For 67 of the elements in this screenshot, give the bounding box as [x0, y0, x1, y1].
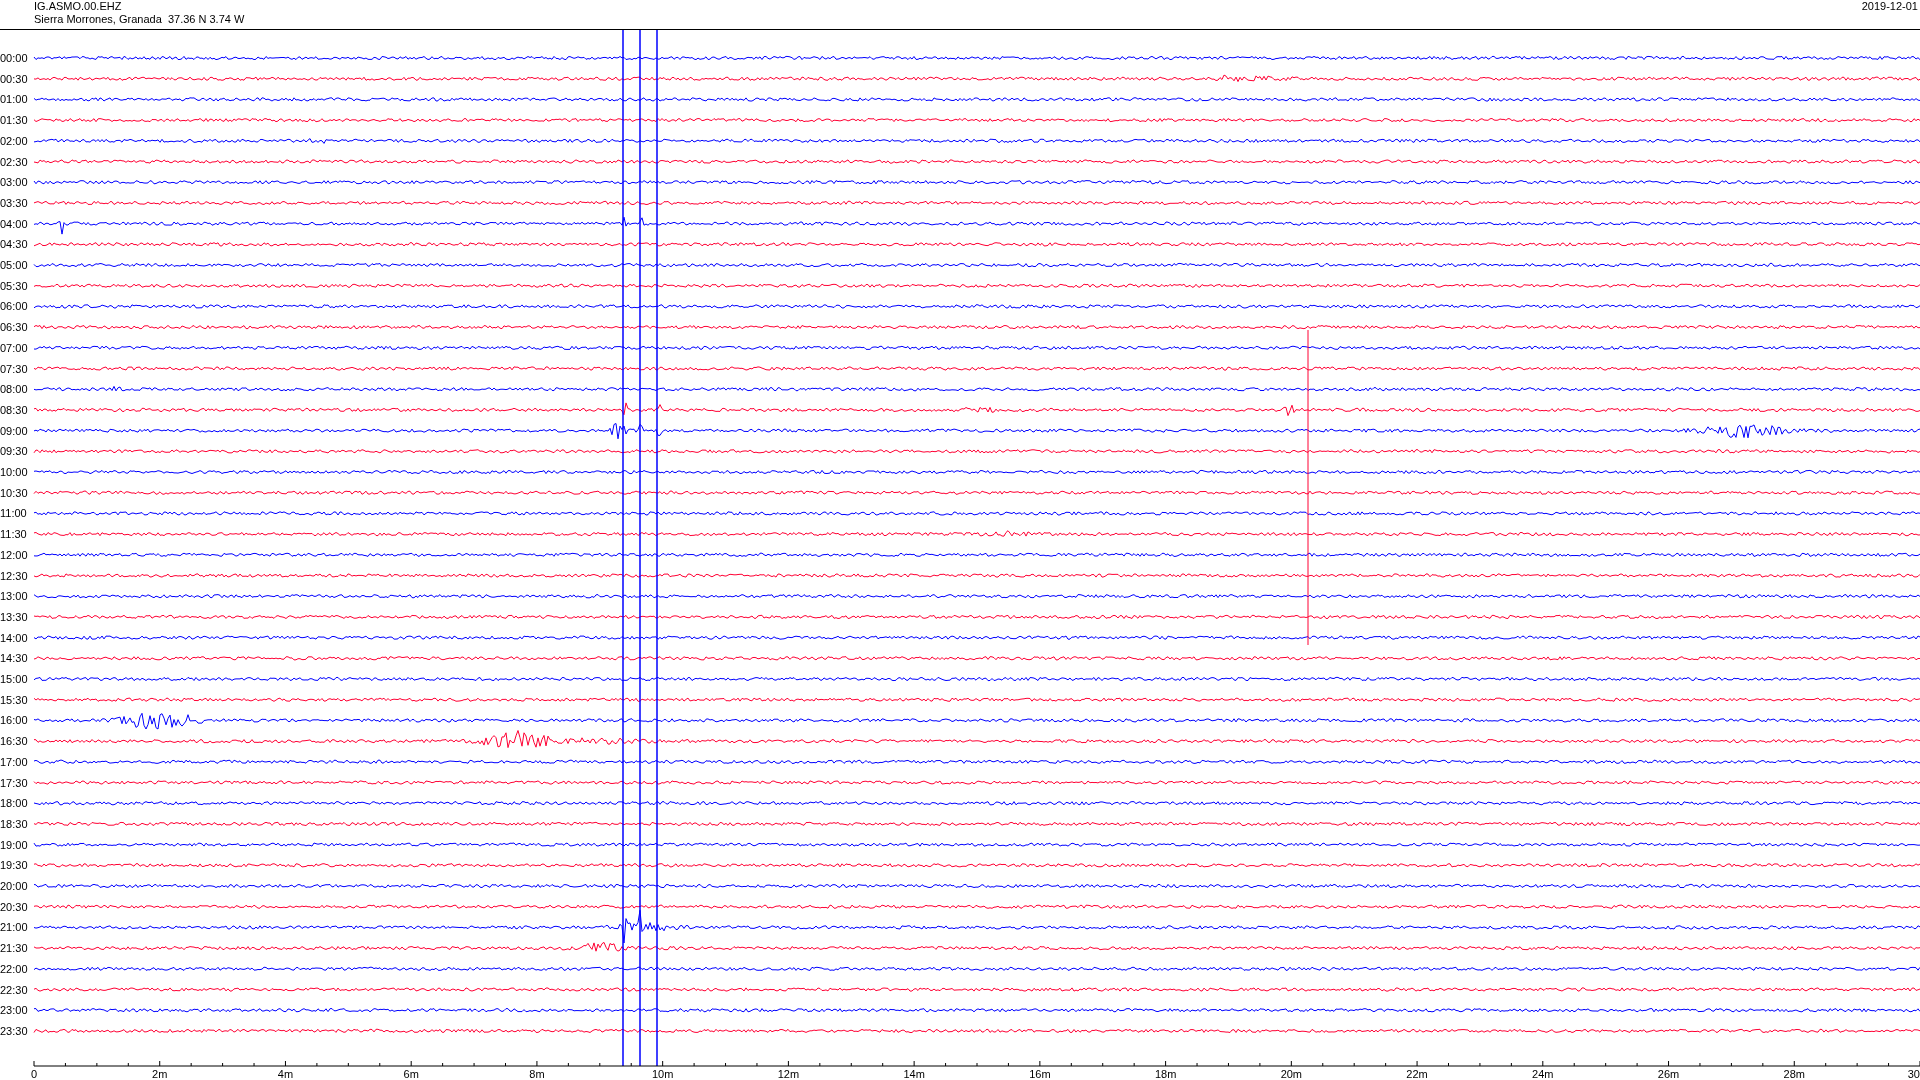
time-label: 06:00	[0, 300, 28, 313]
station-code: IG.ASMO.00.EHZ	[34, 0, 123, 13]
time-label: 10:00	[0, 466, 28, 478]
time-label: 03:00	[0, 176, 28, 189]
axis-label: 14m	[903, 1068, 925, 1080]
time-label: 20:00	[0, 880, 28, 892]
axis-label: 0	[30, 1068, 38, 1080]
time-label: 03:30	[0, 196, 28, 209]
time-label: 04:00	[0, 217, 28, 230]
axis-label: 12m	[777, 1068, 800, 1080]
time-label: 19:30	[0, 859, 28, 872]
axis-label: 16m	[1029, 1068, 1051, 1080]
time-label: 07:30	[0, 362, 28, 375]
time-label: 20:30	[0, 900, 28, 913]
axis-label: 10m	[651, 1068, 674, 1080]
time-label: 17:30	[0, 776, 28, 789]
axis-label: 26m	[1657, 1068, 1680, 1080]
time-label: 22:00	[0, 962, 28, 975]
plot-date: 2019-12-01	[1861, 0, 1918, 13]
time-label: 14:30	[0, 652, 28, 665]
time-label: 05:00	[0, 259, 28, 271]
time-label: 18:00	[0, 797, 28, 810]
axis-label: 18m	[1154, 1068, 1177, 1080]
time-label: 17:00	[0, 755, 28, 768]
time-label: 09:30	[0, 445, 28, 458]
time-label: 13:00	[0, 590, 28, 603]
time-label: 02:00	[0, 134, 28, 147]
time-label: 01:30	[0, 114, 28, 127]
axis-label: 22m	[1406, 1068, 1428, 1080]
time-label: 19:00	[0, 838, 28, 851]
time-label: 12:00	[0, 548, 28, 561]
time-label: 13:30	[0, 610, 28, 623]
time-label: 15:30	[0, 693, 28, 706]
axis-label: 28m	[1783, 1068, 1805, 1080]
time-label: 14:00	[0, 631, 28, 644]
time-label: 02:30	[0, 155, 28, 168]
time-label: 18:30	[0, 817, 28, 830]
time-label: 00:30	[0, 72, 28, 85]
time-label: 04:30	[0, 238, 28, 251]
axis-label: 6m	[403, 1068, 419, 1080]
time-label: 01:00	[0, 93, 28, 106]
axis-label: 24m	[1532, 1068, 1554, 1080]
time-label: 10:30	[0, 486, 28, 499]
axis-label: 20m	[1280, 1068, 1303, 1080]
time-label: 06:30	[0, 321, 28, 334]
time-label: 23:30	[0, 1024, 28, 1037]
time-label: 21:00	[0, 921, 28, 934]
axis-label: 30	[1907, 1068, 1920, 1080]
time-label: 16:00	[0, 714, 28, 727]
station-location: Sierra Morrones, Granada 37.36 N 3.74 W	[34, 13, 245, 26]
time-label: 11:00	[0, 507, 27, 520]
time-label: 15:00	[0, 673, 28, 685]
time-label: 21:30	[0, 942, 28, 955]
time-label: 07:00	[0, 341, 28, 354]
time-label: 22:30	[0, 983, 28, 996]
time-label: 23:00	[0, 1004, 28, 1017]
time-label: 00:00	[0, 52, 28, 64]
axis-label: 4m	[277, 1068, 294, 1080]
time-label: 08:00	[0, 383, 28, 396]
time-label: 08:30	[0, 403, 28, 416]
time-label: 05:30	[0, 279, 28, 292]
axis-label: 2m	[152, 1068, 168, 1080]
time-label: 16:30	[0, 735, 28, 748]
time-label: 12:30	[0, 569, 28, 582]
time-label: 11:30	[0, 528, 27, 541]
axis-label: 8m	[529, 1068, 545, 1080]
time-label: 09:00	[0, 424, 28, 437]
